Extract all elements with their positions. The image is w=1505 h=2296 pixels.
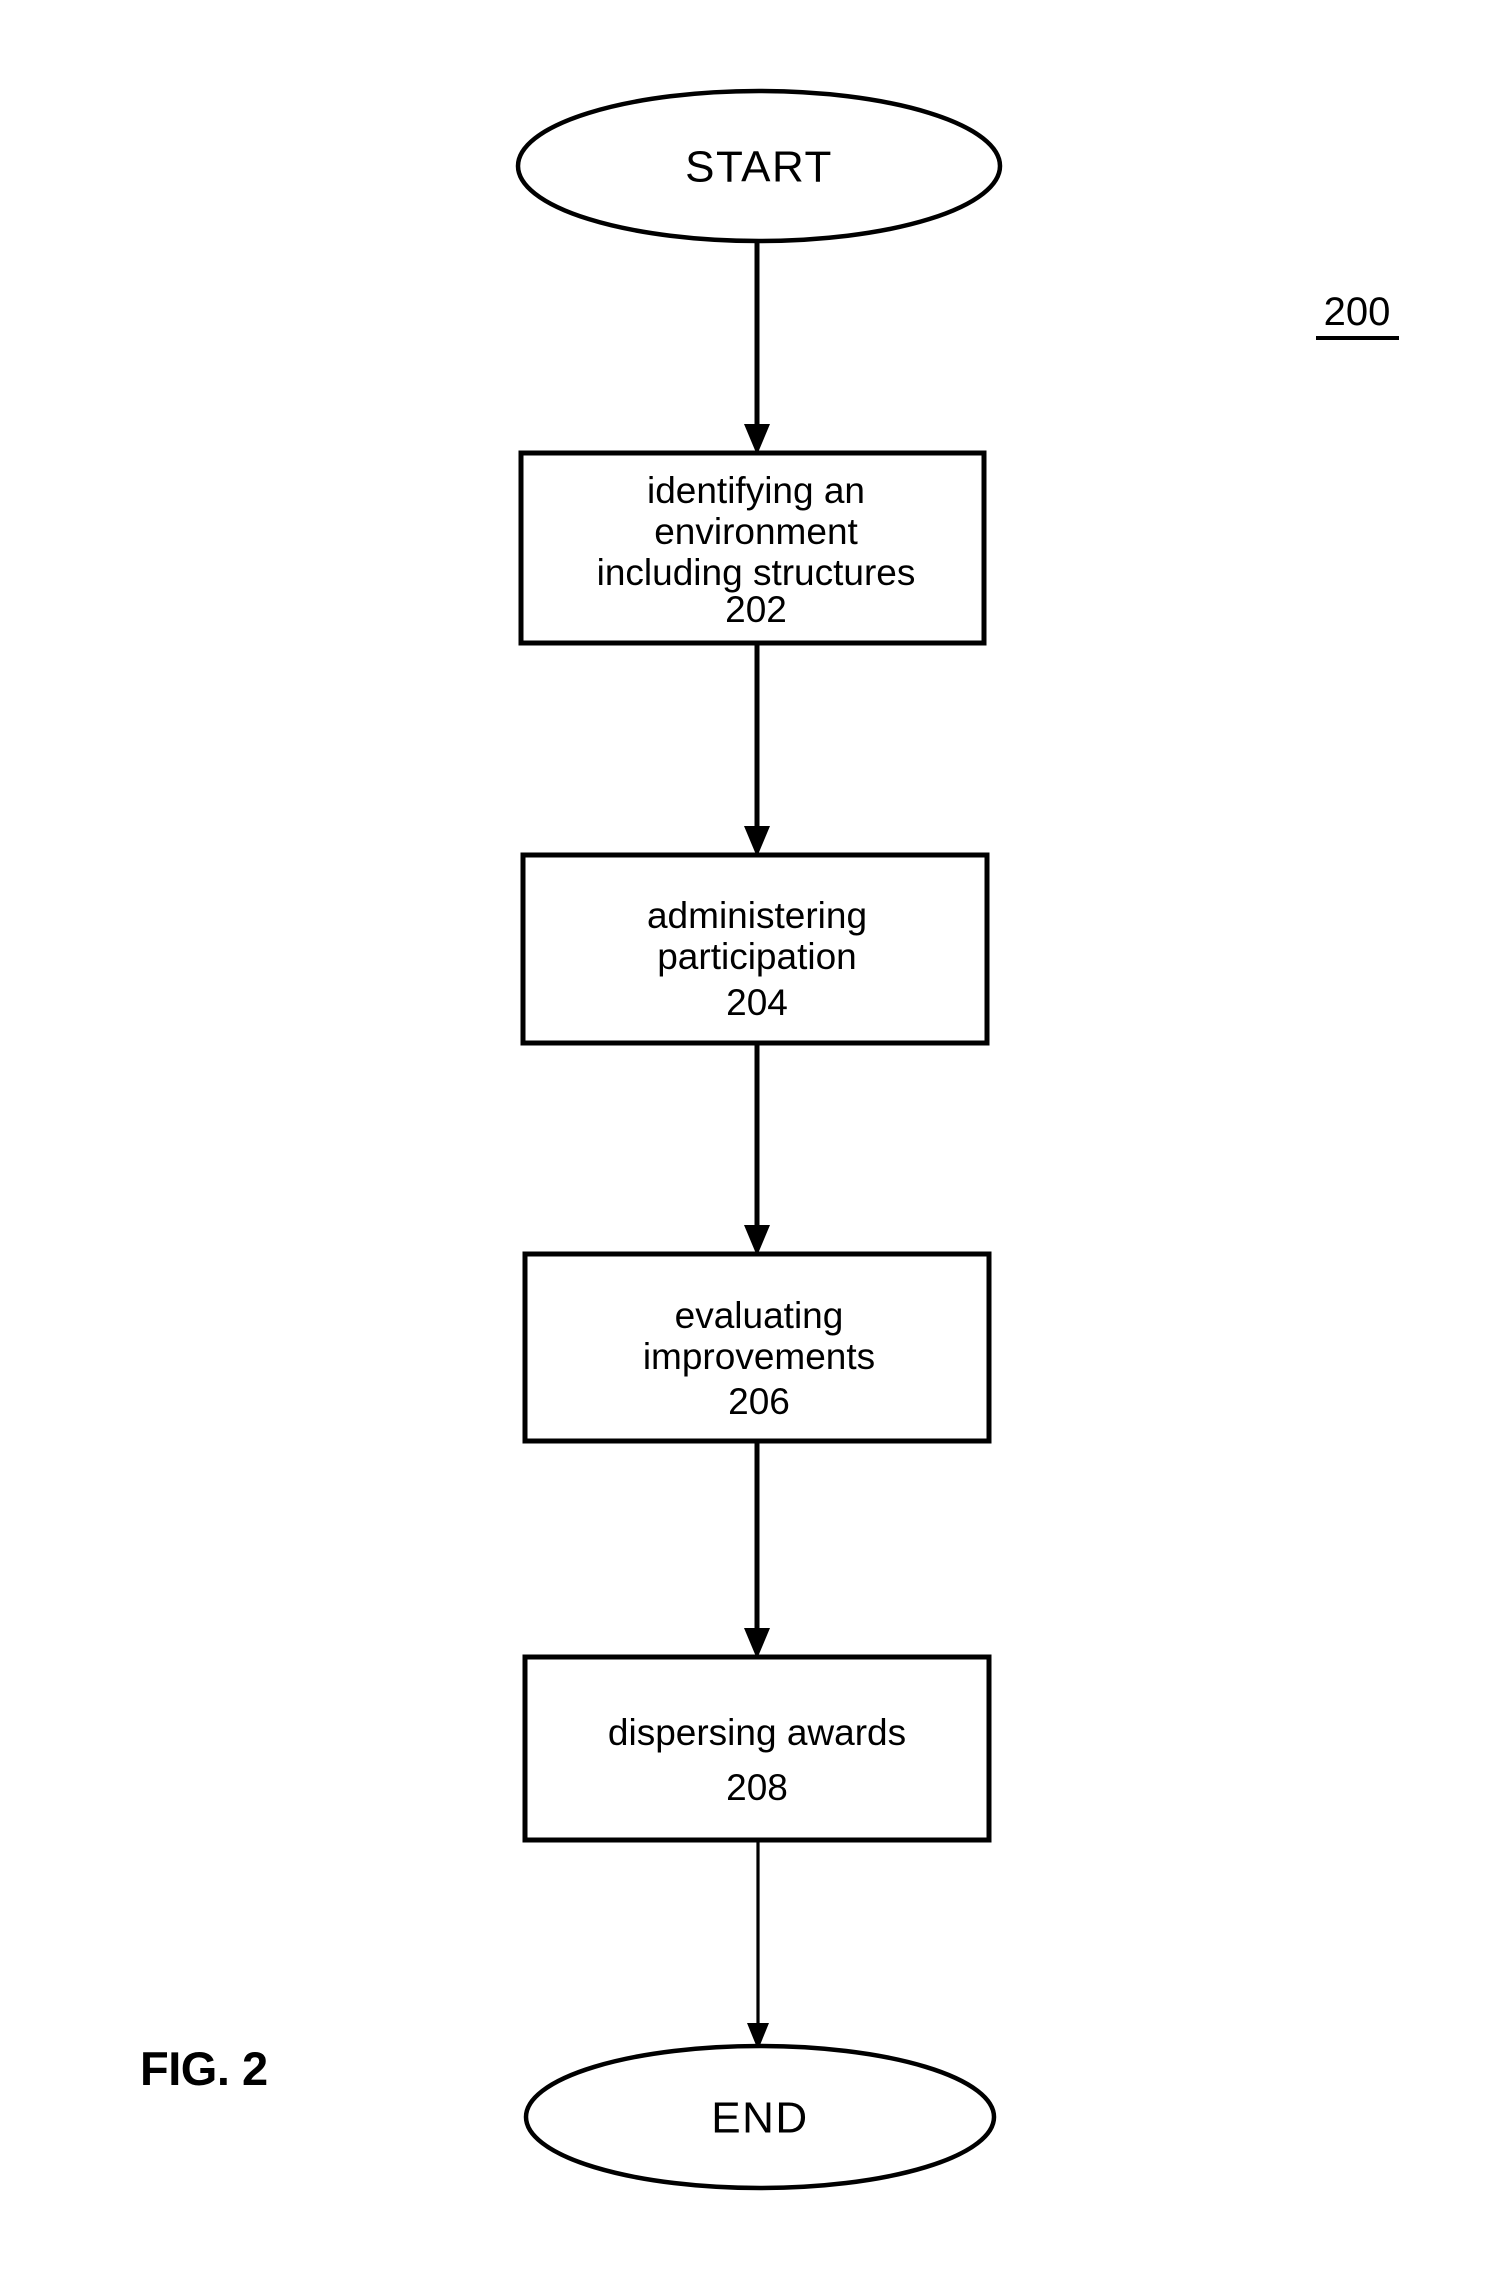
step-202-line-1: identifying an <box>647 470 865 511</box>
step-202-node: identifying an environment including str… <box>518 450 987 646</box>
step-204-node: administering participation 204 <box>520 852 990 1046</box>
flowchart-canvas: START identifying an environment includi… <box>140 88 1399 2191</box>
connector-204-206-arrowhead <box>744 1225 770 1256</box>
step-206-line-1: evaluating <box>675 1295 844 1336</box>
start-label: START <box>685 143 833 192</box>
step-208-line-1: dispersing awards <box>608 1712 906 1753</box>
connector-206-to-208 <box>744 1441 770 1659</box>
patent-figure-page: START identifying an environment includi… <box>0 0 1505 2296</box>
step-208-reference: 208 <box>726 1767 788 1808</box>
end-label: END <box>711 2094 808 2143</box>
connector-206-208-arrowhead <box>744 1628 770 1659</box>
connector-202-204-arrowhead <box>744 826 770 857</box>
step-204-line-2: participation <box>657 936 857 977</box>
connector-202-to-204 <box>744 643 770 857</box>
step-204-line-1: administering <box>647 895 867 936</box>
step-206-node: evaluating improvements 206 <box>522 1251 992 1444</box>
start-node: START <box>515 88 1003 244</box>
step-206-reference: 206 <box>728 1381 790 1422</box>
diagram-reference: 200 <box>1316 290 1399 340</box>
connector-start-202-arrowhead <box>744 424 770 455</box>
step-202-line-2: environment <box>654 511 858 552</box>
connector-204-to-206 <box>744 1043 770 1256</box>
end-node: END <box>523 2043 997 2191</box>
step-204-reference: 204 <box>726 982 788 1023</box>
diagram-reference-label: 200 <box>1324 290 1391 334</box>
figure-caption: FIG. 2 <box>140 2042 268 2095</box>
step-208-node: dispersing awards 208 <box>522 1654 992 1843</box>
connector-start-to-202 <box>744 241 770 455</box>
step-202-reference: 202 <box>725 589 787 630</box>
step-206-line-2: improvements <box>643 1336 875 1377</box>
step-202-line-3: including structures <box>597 552 916 593</box>
connector-208-to-end <box>747 1840 769 2050</box>
